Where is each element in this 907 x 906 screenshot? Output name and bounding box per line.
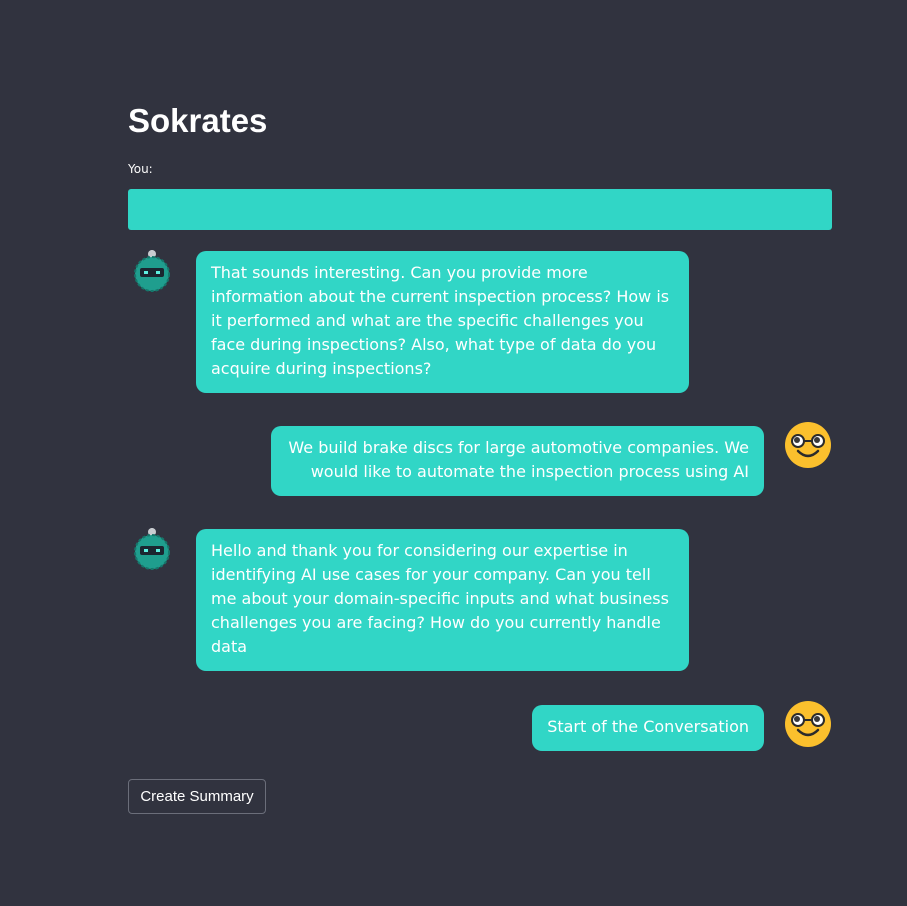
nerd-face-avatar-icon [784,700,832,748]
page-title: Sokrates [128,102,268,139]
robot-avatar-icon [128,247,176,295]
chat-input-label: You: [128,162,153,176]
chat-input[interactable] [128,189,832,230]
bot-message-bubble: That sounds interesting. Can you provide… [196,251,689,393]
user-message-bubble: We build brake discs for large automotiv… [271,426,764,496]
chat-page: Sokrates You: That sounds interesting. C… [0,0,907,906]
create-summary-button[interactable]: Create Summary [128,779,266,814]
nerd-face-avatar-icon [784,421,832,469]
user-message-bubble: Start of the Conversation [532,705,764,751]
bot-message-bubble: Hello and thank you for considering our … [196,529,689,671]
robot-avatar-icon [128,525,176,573]
